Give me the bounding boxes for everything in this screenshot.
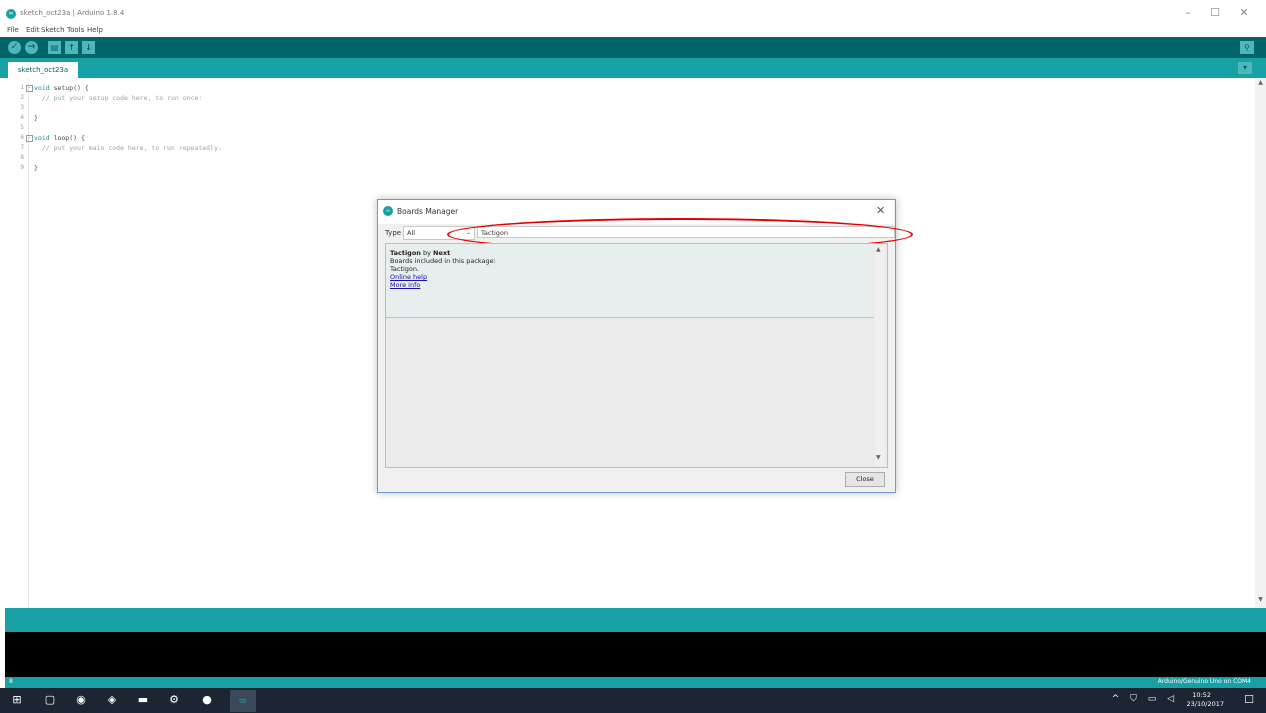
editor-scrollbar[interactable] (1255, 78, 1266, 608)
menu-sketch[interactable]: Sketch (41, 26, 65, 34)
clock-date[interactable]: 23/10/2017 (1187, 700, 1224, 708)
line-number: 2 (20, 94, 24, 101)
boards-included-label: Boards included in this package: (390, 257, 496, 265)
windows-taskbar (0, 688, 1266, 713)
clock-time[interactable]: 10:52 (1192, 691, 1211, 699)
boards-included-list: Tactigon. (390, 265, 420, 273)
bottom-status-bar (5, 677, 1266, 688)
line-number: 5 (20, 124, 24, 131)
scroll-up-icon[interactable]: ▲ (876, 246, 881, 253)
line-indicator: 8 (9, 678, 13, 685)
upload-icon[interactable]: → (25, 41, 38, 54)
save-sketch-icon[interactable]: ↓ (82, 41, 95, 54)
menu-file[interactable]: File (7, 26, 19, 34)
code-line[interactable]: // put your main code here, to run repea… (34, 144, 222, 152)
line-number: 4 (20, 114, 24, 121)
firefox-icon[interactable]: ● (200, 693, 214, 707)
line-number: 8 (20, 154, 24, 161)
menu-help[interactable]: Help (87, 26, 103, 34)
status-bar (5, 608, 1266, 632)
line-number: 9 (20, 164, 24, 171)
dialog-title: Boards Manager (397, 207, 459, 216)
package-author: Next (433, 249, 451, 257)
new-sketch-icon[interactable]: ▤ (48, 41, 61, 54)
window-title-bar (0, 0, 1266, 24)
code-line[interactable]: void loop() { (34, 134, 85, 142)
fold-toggle-icon[interactable]: - (26, 135, 33, 142)
more-info-link[interactable]: More info (390, 281, 420, 289)
arduino-app-icon: ∞ (383, 206, 393, 216)
line-number: 1 (20, 84, 24, 91)
dialog-close-icon[interactable]: ✕ (876, 204, 885, 217)
type-filter-label: Type (385, 229, 402, 237)
toolbar (0, 37, 1266, 58)
start-icon[interactable]: ⊞ (10, 693, 24, 707)
package-by: by (420, 249, 434, 257)
tab-sketch[interactable]: sketch_oct23a (8, 62, 78, 78)
menu-bar (0, 24, 1266, 37)
code-text: setup() { (49, 84, 89, 92)
code-keyword: void (34, 134, 50, 142)
network-tool-icon[interactable]: ⚙ (167, 693, 181, 707)
close-window-icon[interactable]: ✕ (1234, 6, 1254, 19)
serial-monitor-icon[interactable]: ⚲ (1240, 41, 1254, 54)
menu-edit[interactable]: Edit (26, 26, 40, 34)
system-tray[interactable]: ^ ⛉ ▭ ◁ (1112, 694, 1178, 704)
open-sketch-icon[interactable]: ↑ (65, 41, 78, 54)
list-scrollbar[interactable]: ▲ ▼ (875, 244, 885, 466)
line-gutter: 1 2 3 4 5 6 7 8 9 (0, 78, 29, 608)
notification-icon[interactable]: ☐ (1244, 693, 1254, 706)
code-keyword: void (34, 84, 50, 92)
scroll-down-icon[interactable]: ▼ (1255, 596, 1266, 606)
package-heading: Tactigon by Next (390, 249, 450, 257)
minimize-icon[interactable]: – (1178, 6, 1198, 19)
menu-tools[interactable]: Tools (67, 26, 84, 34)
scroll-up-icon[interactable]: ▲ (1255, 79, 1266, 89)
code-line[interactable]: } (34, 114, 38, 122)
arduino-app-icon: ∞ (6, 9, 16, 19)
chrome-icon[interactable]: ◉ (74, 693, 88, 707)
fold-toggle-icon[interactable]: - (26, 85, 33, 92)
console-output[interactable] (5, 632, 1266, 677)
board-port-info: Arduino/Genuino Uno on COM4 (1157, 678, 1251, 685)
task-view-icon[interactable]: ▢ (43, 693, 57, 707)
code-line[interactable]: // put your setup code here, to run once… (34, 94, 202, 102)
code-line[interactable]: void setup() { (34, 84, 89, 92)
window-title: sketch_oct23a | Arduino 1.8.4 (20, 9, 125, 17)
maximize-icon[interactable]: ☐ (1205, 6, 1225, 19)
code-line[interactable]: } (34, 164, 38, 172)
code-text: loop() { (49, 134, 85, 142)
tab-bar (0, 58, 1266, 78)
file-explorer-icon[interactable]: ▬ (136, 693, 150, 707)
list-item[interactable] (386, 244, 874, 318)
arduino-taskbar-icon[interactable]: ∞ (230, 690, 256, 712)
online-help-link[interactable]: Online help (390, 273, 427, 281)
type-filter-value: All (407, 229, 416, 237)
browser-icon[interactable]: ◈ (105, 693, 119, 707)
close-button[interactable]: Close (845, 472, 885, 487)
line-number: 7 (20, 144, 24, 151)
package-name: Tactigon (390, 249, 421, 257)
line-number: 3 (20, 104, 24, 111)
scroll-down-icon[interactable]: ▼ (876, 454, 881, 461)
tab-menu-icon[interactable]: ▾ (1238, 62, 1252, 74)
line-number: 6 (20, 134, 24, 141)
verify-icon[interactable]: ✓ (8, 41, 21, 54)
